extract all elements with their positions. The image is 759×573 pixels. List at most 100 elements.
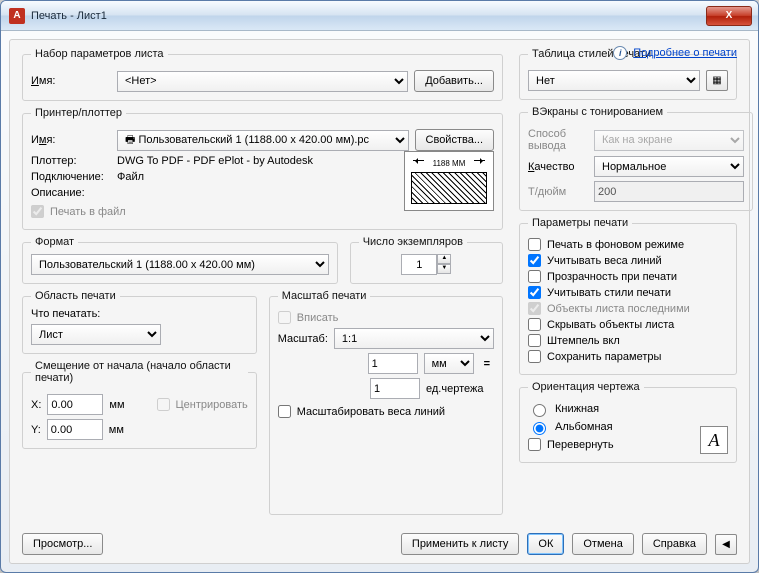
paper-preview: 1188 MM: [404, 151, 494, 211]
printer-name-label: Имя:: [31, 134, 111, 146]
shade-mode-select: Как на экране: [594, 130, 744, 151]
shade-mode-label: Способ вывода: [528, 128, 588, 152]
close-button[interactable]: X: [706, 6, 752, 26]
scale-den-unit: ед.чертежа: [426, 383, 494, 395]
quality-select[interactable]: Нормальное: [594, 156, 744, 177]
page-setup-legend: Набор параметров листа: [31, 48, 168, 60]
copies-group: Число экземпляров ▲▼: [350, 236, 503, 284]
opt-plotstyles-label: Учитывать стили печати: [547, 287, 671, 299]
edit-style-button[interactable]: ▦: [706, 70, 728, 91]
what-to-plot-select[interactable]: Лист: [31, 324, 161, 345]
dpi-label: Т/дюйм: [528, 186, 588, 198]
opt-plotstyles-checkbox[interactable]: [528, 286, 541, 299]
plotter-value: DWG To PDF - PDF ePlot - by Autodesk: [117, 155, 313, 167]
scale-lineweights-label: Масштабировать веса линий: [297, 406, 445, 418]
printer-properties-button[interactable]: Свойства...: [415, 129, 494, 151]
copies-up[interactable]: ▲: [437, 254, 451, 264]
opt-lineweights-label: Учитывать веса линий: [547, 255, 662, 267]
orientation-legend: Ориентация чертежа: [528, 381, 644, 393]
scale-lineweights-checkbox[interactable]: [278, 405, 291, 418]
plotter-label: Плоттер:: [31, 155, 111, 167]
paper-size-group: Формат Пользовательский 1 (1188.00 x 420…: [22, 236, 338, 284]
info-icon: i: [613, 46, 627, 60]
shaded-viewport-group: ВЭкраны с тонированием Способ вывода Как …: [519, 106, 753, 211]
offset-y-label: Y:: [31, 424, 41, 436]
printer-legend: Принтер/плоттер: [31, 107, 126, 119]
description-label: Описание:: [31, 187, 111, 199]
orientation-group: Ориентация чертежа Книжная Альбомная Пер…: [519, 381, 737, 463]
help-button[interactable]: Справка: [642, 533, 707, 555]
fit-to-paper-label: Вписать: [297, 312, 339, 324]
scale-label: Масштаб:: [278, 333, 328, 345]
page-setup-name-label: Имя:: [31, 75, 111, 87]
equals-icon: =: [480, 358, 494, 370]
scale-unit-select[interactable]: мм: [424, 353, 474, 374]
plot-options-legend: Параметры печати: [528, 217, 632, 229]
help-link[interactable]: Подробнее о печати: [633, 47, 737, 59]
preview-button[interactable]: Просмотр...: [22, 533, 103, 555]
page-setup-name-select[interactable]: <Нет>: [117, 71, 408, 92]
titlebar[interactable]: A Печать - Лист1 X: [1, 1, 758, 31]
fit-to-paper-checkbox: [278, 311, 291, 324]
center-label: Центрировать: [176, 399, 248, 411]
plot-area-group: Область печати Что печатать: Лист: [22, 290, 257, 354]
opt-lineweights-checkbox[interactable]: [528, 254, 541, 267]
apply-button[interactable]: Применить к листу: [401, 533, 520, 555]
printer-group: Принтер/плоттер Имя: 🖶 Пользовательский …: [22, 107, 503, 230]
print-dialog-window: A Печать - Лист1 X i Подробнее о печати …: [0, 0, 759, 573]
orient-landscape-label: Альбомная: [555, 421, 613, 433]
help-area: i Подробнее о печати: [613, 46, 737, 60]
add-page-setup-button[interactable]: Добавить...: [414, 70, 494, 92]
center-checkbox: [157, 398, 170, 411]
orient-portrait-label: Книжная: [555, 403, 599, 415]
scale-den-input[interactable]: [370, 378, 420, 399]
orient-upside-checkbox[interactable]: [528, 438, 541, 451]
offset-y-unit: мм: [109, 424, 124, 436]
collapse-button[interactable]: ◀: [715, 534, 737, 555]
opt-paperspace-last-label: Объекты листа последними: [547, 303, 690, 315]
paper-size-select[interactable]: Пользовательский 1 (1188.00 x 420.00 мм): [31, 254, 329, 275]
plot-to-file-label: Печать в файл: [50, 206, 126, 218]
dpi-input: [594, 181, 744, 202]
offset-y-input[interactable]: [47, 419, 103, 440]
plot-style-table-select[interactable]: Нет: [528, 70, 700, 91]
opt-background-label: Печать в фоновом режиме: [547, 239, 684, 251]
opt-save-checkbox[interactable]: [528, 350, 541, 363]
plot-area-legend: Область печати: [31, 290, 120, 302]
plot-scale-legend: Масштаб печати: [278, 290, 371, 302]
offset-x-input[interactable]: [47, 394, 103, 415]
ok-button[interactable]: ОК: [527, 533, 564, 555]
preview-dimension: 1188 MM: [424, 159, 474, 168]
window-title: Печать - Лист1: [31, 10, 706, 22]
opt-transparency-label: Прозрачность при печати: [547, 271, 677, 283]
copies-legend: Число экземпляров: [359, 236, 467, 248]
opt-save-label: Сохранить параметры: [547, 351, 661, 363]
shaded-viewport-legend: ВЭкраны с тонированием: [528, 106, 667, 118]
connection-label: Подключение:: [31, 171, 111, 183]
offset-group: Смещение от начала (начало области печат…: [22, 360, 257, 449]
page-setup-group: Набор параметров листа Имя: <Нет> Добави…: [22, 48, 503, 101]
paper-size-legend: Формат: [31, 236, 78, 248]
offset-x-label: X:: [31, 399, 41, 411]
copies-input[interactable]: [401, 254, 437, 275]
orient-portrait-radio[interactable]: [533, 404, 546, 417]
scale-select[interactable]: 1:1: [334, 328, 494, 349]
opt-background-checkbox[interactable]: [528, 238, 541, 251]
copies-down[interactable]: ▼: [437, 264, 451, 274]
opt-stamp-checkbox[interactable]: [528, 334, 541, 347]
offset-legend: Смещение от начала (начало области печат…: [31, 360, 248, 384]
app-icon: A: [9, 8, 25, 24]
opt-transparency-checkbox[interactable]: [528, 270, 541, 283]
plot-options-group: Параметры печати Печать в фоновом режиме…: [519, 217, 737, 375]
printer-name-select[interactable]: 🖶 Пользовательский 1 (1188.00 x 420.00 м…: [117, 130, 409, 151]
opt-hide-checkbox[interactable]: [528, 318, 541, 331]
quality-label: Качество: [528, 161, 588, 173]
offset-x-unit: мм: [109, 399, 124, 411]
scale-num-input[interactable]: [368, 353, 418, 374]
cancel-button[interactable]: Отмена: [572, 533, 633, 555]
opt-stamp-label: Штемпель вкл: [547, 335, 620, 347]
opt-hide-label: Скрывать объекты листа: [547, 319, 674, 331]
connection-value: Файл: [117, 171, 144, 183]
orient-landscape-radio[interactable]: [533, 422, 546, 435]
plot-scale-group: Масштаб печати Вписать Масштаб:1:1 мм = …: [269, 290, 503, 515]
